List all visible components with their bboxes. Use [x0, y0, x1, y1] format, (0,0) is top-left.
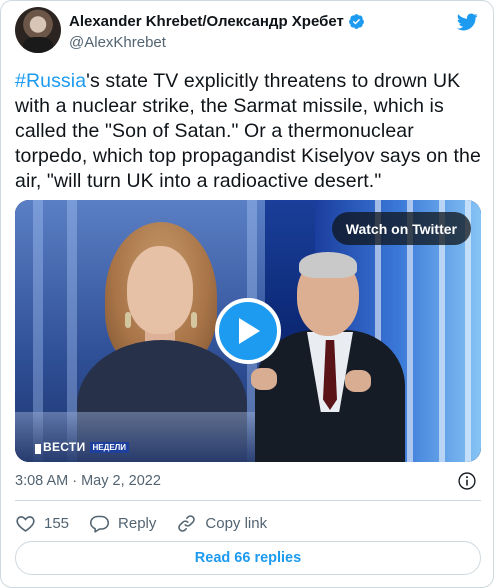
- read-replies-button[interactable]: Read 66 replies: [15, 541, 481, 575]
- author-display-name[interactable]: Alexander Khrebet/Олександр Хребет: [69, 13, 344, 30]
- twitter-bird-icon[interactable]: [455, 11, 479, 33]
- author-handle[interactable]: @AlexKhrebet: [69, 34, 166, 51]
- like-count: 155: [44, 514, 70, 532]
- reply-icon: [89, 515, 110, 533]
- verified-badge-icon: [348, 14, 364, 29]
- hashtag-link[interactable]: #Russia: [15, 70, 86, 92]
- like-button[interactable]: 155: [15, 513, 69, 534]
- author-name-row[interactable]: Alexander Khrebet/Олександр Хребет: [69, 13, 365, 30]
- channel-logo-sub: НЕДЕЛИ: [89, 441, 130, 453]
- reply-label: Reply: [118, 514, 157, 532]
- play-icon: [239, 318, 260, 344]
- play-button[interactable]: [215, 298, 281, 364]
- watch-on-twitter-button[interactable]: Watch on Twitter: [331, 212, 471, 245]
- link-icon: [178, 514, 196, 532]
- heart-icon: [16, 515, 35, 532]
- info-icon[interactable]: [457, 471, 477, 491]
- action-bar: 155 Reply Copy link: [15, 509, 287, 537]
- tweet-timestamp[interactable]: 3:08 AM · May 2, 2022: [15, 473, 161, 489]
- avatar[interactable]: [15, 7, 61, 53]
- copy-link-label: Copy link: [205, 514, 268, 532]
- tweet-text: #Russia's state TV explicitly threatens …: [15, 69, 481, 194]
- divider: [15, 500, 481, 501]
- copy-link-button[interactable]: Copy link: [176, 513, 267, 534]
- video-media[interactable]: ВЕСТИ НЕДЕЛИ Watch on Twitter: [15, 200, 481, 462]
- channel-logo: ВЕСТИ НЕДЕЛИ: [43, 440, 130, 454]
- tweet-card: Alexander Khrebet/Олександр Хребет @Alex…: [0, 0, 494, 588]
- reply-button[interactable]: Reply: [89, 513, 156, 534]
- channel-logo-main: ВЕСТИ: [43, 440, 86, 454]
